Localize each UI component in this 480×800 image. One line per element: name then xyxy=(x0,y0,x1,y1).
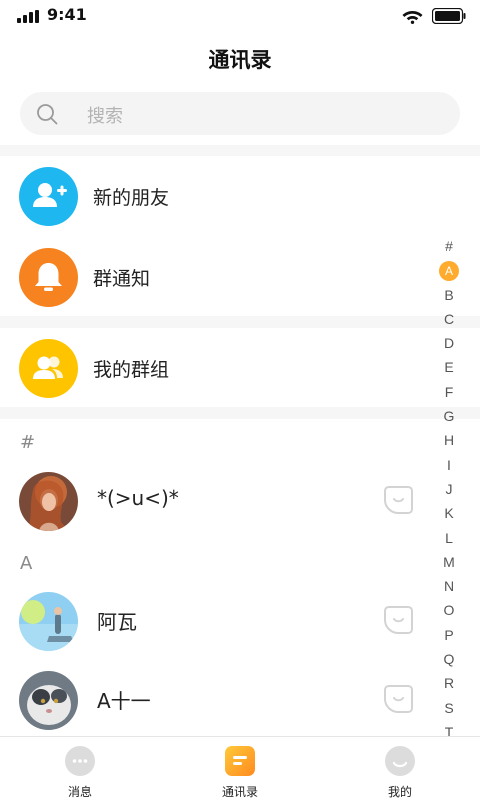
status-time: 9:41 xyxy=(47,5,87,24)
status-bar: 9:41 xyxy=(0,0,480,32)
tab-messages[interactable]: 消息 xyxy=(20,737,140,800)
index-letter-s[interactable]: S xyxy=(437,696,461,720)
index-letter-o[interactable]: O xyxy=(437,598,461,622)
search-icon xyxy=(37,104,58,125)
index-letter-b[interactable]: B xyxy=(437,283,461,307)
index-letter-a[interactable]: A xyxy=(437,258,461,282)
contacts-icon xyxy=(225,746,255,776)
index-letter-active: A xyxy=(439,261,459,282)
add-friend-icon xyxy=(19,167,78,226)
group-icon xyxy=(19,339,78,398)
contact-row[interactable]: *(>u<)* xyxy=(0,464,430,544)
contact-name: 阿瓦 xyxy=(97,610,137,634)
index-letter-d[interactable]: D xyxy=(437,331,461,355)
menu-item-my-groups[interactable]: 我的群组 xyxy=(0,329,430,407)
menu-label: 群通知 xyxy=(93,268,151,290)
tab-label: 消息 xyxy=(67,785,92,799)
chat-icon[interactable] xyxy=(382,604,415,637)
menu-label: 我的群组 xyxy=(93,359,170,381)
battery-icon xyxy=(432,8,466,24)
index-letter-r[interactable]: R xyxy=(437,671,461,695)
search-placeholder: 搜索 xyxy=(87,106,123,127)
index-letter-j[interactable]: J xyxy=(437,477,461,501)
bell-icon xyxy=(19,248,78,307)
wifi-icon xyxy=(402,11,423,24)
section-divider xyxy=(0,316,480,328)
tab-label: 我的 xyxy=(387,785,412,799)
section-divider xyxy=(0,145,480,156)
chat-icon[interactable] xyxy=(382,683,415,716)
index-letter-k[interactable]: K xyxy=(437,501,461,525)
menu-item-group-notice[interactable]: 群通知 xyxy=(0,238,430,316)
menu-label: 新的朋友 xyxy=(93,187,170,209)
index-letter-l[interactable]: L xyxy=(437,526,461,550)
index-letter-hash[interactable]: # xyxy=(437,234,461,258)
chat-bubble-icon xyxy=(65,746,95,776)
tab-bar: 消息 通讯录 我的 xyxy=(0,736,480,800)
section-header: # xyxy=(20,432,36,453)
contact-name: A十一 xyxy=(97,689,151,713)
index-letter-h[interactable]: H xyxy=(437,428,461,452)
contact-name: *(>u<)* xyxy=(97,486,179,510)
section-divider xyxy=(0,407,480,419)
profile-icon xyxy=(385,746,415,776)
contact-row[interactable]: 阿瓦 xyxy=(0,584,430,664)
section-header: A xyxy=(20,553,33,574)
menu-item-new-friends[interactable]: 新的朋友 xyxy=(0,157,430,235)
search-input[interactable]: 搜索 xyxy=(20,92,460,135)
alphabet-index[interactable]: # A B C D E F G H I J K L M N O P Q R S … xyxy=(437,234,461,744)
index-letter-f[interactable]: F xyxy=(437,380,461,404)
index-letter-c[interactable]: C xyxy=(437,307,461,331)
tab-mine[interactable]: 我的 xyxy=(340,737,460,800)
index-letter-i[interactable]: I xyxy=(437,453,461,477)
tab-label: 通讯录 xyxy=(221,785,258,799)
index-letter-q[interactable]: Q xyxy=(437,647,461,671)
chat-icon[interactable] xyxy=(382,484,415,517)
contact-row[interactable]: A十一 xyxy=(0,663,430,743)
index-letter-m[interactable]: M xyxy=(437,550,461,574)
index-letter-n[interactable]: N xyxy=(437,574,461,598)
avatar xyxy=(19,592,78,651)
avatar xyxy=(19,472,78,531)
signal-icon xyxy=(17,10,39,23)
index-letter-p[interactable]: P xyxy=(437,623,461,647)
tab-contacts[interactable]: 通讯录 xyxy=(180,737,300,800)
avatar xyxy=(19,671,78,730)
page-title: 通讯录 xyxy=(208,48,272,72)
index-letter-g[interactable]: G xyxy=(437,404,461,428)
index-letter-e[interactable]: E xyxy=(437,355,461,379)
